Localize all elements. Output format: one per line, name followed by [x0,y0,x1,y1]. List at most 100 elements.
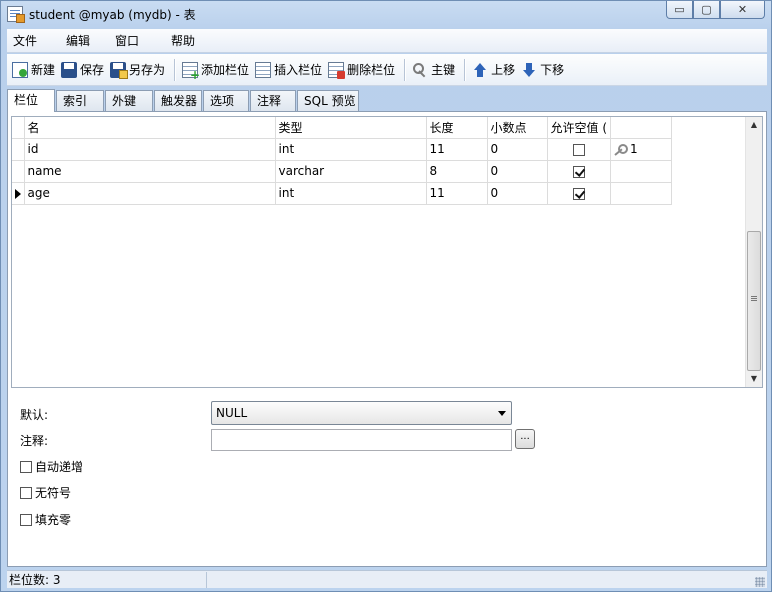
save-button[interactable]: 保存 [59,58,108,82]
scroll-up-icon[interactable]: ▲ [746,117,762,133]
close-button[interactable]: ✕ [720,1,765,19]
table-row[interactable]: age int 11 0 [12,182,672,205]
column-count-status: 栏位数: 3 [7,571,207,588]
allow-null-checkbox[interactable] [572,187,585,200]
field-name-cell[interactable]: age [24,182,276,205]
column-header-length[interactable]: 长度 [426,117,488,139]
column-header-allow-null[interactable]: 允许空值 ( [547,117,611,139]
save-label: 保存 [80,63,105,77]
tab-fields[interactable]: 栏位 [7,89,55,112]
table-header-row: 名 类型 长度 小数点 允许空值 ( [12,117,672,139]
column-header-decimals[interactable]: 小数点 [487,117,548,139]
default-value: NULL [216,406,248,420]
row-indicator[interactable] [12,182,25,205]
column-header-type[interactable]: 类型 [275,117,427,139]
tab-options[interactable]: 选项 [203,90,249,111]
resize-grip-icon[interactable] [755,577,765,587]
field-length-cell[interactable]: 11 [426,138,488,161]
current-row-marker-icon [15,188,21,199]
field-length-cell[interactable]: 11 [426,182,488,205]
primary-key-label: 主键 [431,63,456,77]
delete-column-button[interactable]: 删除栏位 [326,58,399,82]
field-type-cell[interactable]: int [275,138,427,161]
menu-help[interactable]: 帮助 [165,29,201,53]
tab-strip: 栏位 索引 外键 触发器 选项 注释 SQL 预览 [7,88,360,112]
title-bar[interactable]: student @myab (mydb) - 表 ▭ ▢ ✕ [1,1,771,27]
unsigned-label: 无符号 [35,486,72,500]
field-name-cell[interactable]: name [24,160,276,183]
add-column-button[interactable]: 添加栏位 [180,58,253,82]
field-decimals-cell[interactable]: 0 [487,182,548,205]
toolbar-separator [464,58,466,81]
column-header-name[interactable]: 名 [24,117,276,139]
field-name-cell[interactable]: id [24,138,276,161]
menu-edit[interactable]: 编辑 [60,29,96,53]
table-row[interactable]: name varchar 8 0 [12,160,672,183]
table-row[interactable]: id int 11 0 1 [12,138,672,161]
column-header-key[interactable] [610,117,672,139]
unsigned-checkbox[interactable] [20,486,32,499]
add-column-icon [182,61,200,82]
save-as-label: 另存为 [129,63,166,77]
row-indicator[interactable] [12,138,25,161]
key-icon [412,62,428,78]
field-type-cell[interactable]: int [275,182,427,205]
insert-column-label: 插入栏位 [274,63,323,77]
comment-input[interactable] [211,429,512,451]
zerofill-checkbox[interactable] [20,513,32,526]
maximize-button[interactable]: ▢ [693,1,720,19]
row-indicator[interactable] [12,160,25,183]
table-icon [7,6,25,23]
menu-window[interactable]: 窗口 [109,29,145,53]
default-select[interactable]: NULL [211,401,512,425]
toolbar-separator [174,58,176,81]
auto-increment-label: 自动递增 [35,460,84,474]
arrow-down-icon [521,62,537,78]
save-as-button[interactable]: 另存为 [108,58,169,82]
comment-ellipsis-button[interactable]: ... [515,429,535,449]
grid-vertical-scrollbar[interactable]: ▲ ▼ [745,117,762,387]
tab-triggers[interactable]: 触发器 [154,90,202,111]
menu-file[interactable]: 文件 [7,29,43,53]
field-type-cell[interactable]: varchar [275,160,427,183]
close-icon: ✕ [737,3,748,16]
tab-sql-preview[interactable]: SQL 预览 [297,90,359,111]
unsigned-option[interactable]: 无符号 [20,484,71,501]
allow-null-cell[interactable] [547,182,611,205]
allow-null-checkbox[interactable] [572,143,585,156]
add-column-label: 添加栏位 [201,63,250,77]
move-down-label: 下移 [540,63,565,77]
new-button[interactable]: 新建 [10,58,59,82]
allow-null-cell[interactable] [547,160,611,183]
zerofill-option[interactable]: 填充零 [20,511,71,528]
allow-null-cell[interactable] [547,138,611,161]
tab-indexes[interactable]: 索引 [56,90,104,111]
scrollbar-thumb[interactable] [747,231,761,371]
auto-increment-checkbox[interactable] [20,460,32,473]
tab-comment[interactable]: 注释 [250,90,296,111]
scroll-down-icon[interactable]: ▼ [746,371,762,387]
allow-null-checkbox[interactable] [572,165,585,178]
key-order: 1 [630,142,638,156]
tab-foreign-keys[interactable]: 外键 [105,90,153,111]
field-decimals-cell[interactable]: 0 [487,160,548,183]
auto-increment-option[interactable]: 自动递增 [20,458,83,475]
fields-table: 名 类型 长度 小数点 允许空值 ( id int 11 0 1 name va… [12,117,672,205]
primary-key-button[interactable]: 主键 [410,58,459,82]
field-decimals-cell[interactable]: 0 [487,138,548,161]
field-properties: 默认: NULL 注释: ... 自动递增 无符号 填充零 [8,397,766,567]
toolbar-separator [404,58,406,81]
insert-column-button[interactable]: 插入栏位 [253,58,326,82]
key-cell[interactable] [610,160,672,183]
fields-panel: 名 类型 长度 小数点 允许空值 ( id int 11 0 1 name va… [7,111,767,567]
save-icon [61,61,78,78]
comment-label: 注释: [20,434,49,448]
delete-column-label: 删除栏位 [347,63,396,77]
move-down-button[interactable]: 下移 [519,58,568,82]
new-icon [12,61,28,78]
move-up-button[interactable]: 上移 [470,58,519,82]
key-cell[interactable] [610,182,672,205]
minimize-button[interactable]: ▭ [666,1,693,19]
field-length-cell[interactable]: 8 [426,160,488,183]
key-cell[interactable]: 1 [610,138,672,161]
